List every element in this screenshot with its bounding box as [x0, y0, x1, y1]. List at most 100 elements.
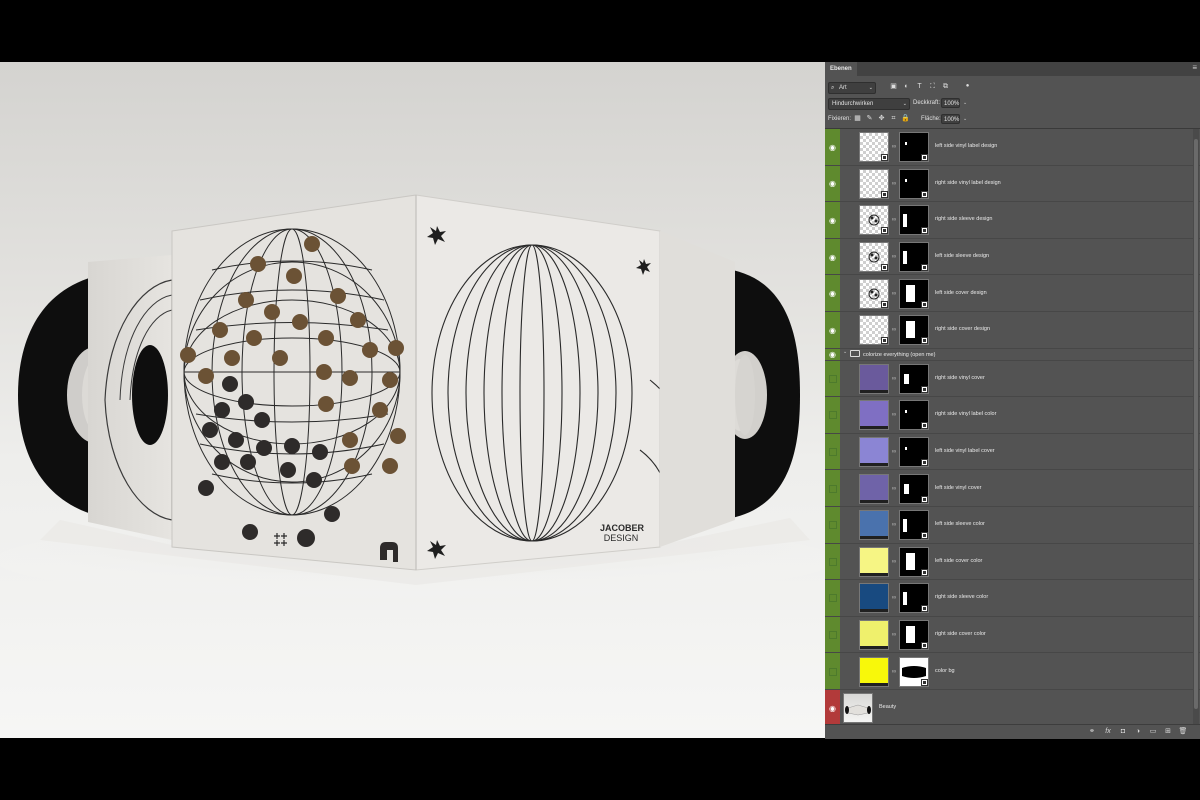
filter-kind-select[interactable]: ⌕ Art ⌄ — [828, 82, 876, 94]
layer-visibility-toggle[interactable]: ◉ — [825, 129, 840, 165]
layer-row[interactable]: ∞ left side cover color — [825, 543, 1200, 581]
layer-thumbnail[interactable] — [859, 583, 889, 614]
layer-thumbnail[interactable] — [843, 693, 873, 724]
layer-thumbnail[interactable] — [859, 205, 889, 236]
filter-type-icon[interactable]: T — [915, 82, 924, 91]
layer-visibility-toggle[interactable]: ◉ — [825, 312, 840, 348]
layer-row[interactable]: ∞ right side sleeve color — [825, 580, 1200, 617]
layer-visibility-toggle[interactable]: ◉ — [825, 275, 840, 311]
panel-menu-icon[interactable]: ≡ — [1192, 64, 1197, 72]
layer-visibility-toggle[interactable] — [825, 653, 840, 689]
layer-row[interactable]: ∞ left side vinyl label cover — [825, 433, 1200, 471]
layer-mask-thumbnail[interactable] — [899, 315, 929, 346]
mask-link-icon[interactable]: ∞ — [891, 290, 897, 298]
layer-row[interactable]: ∞ right side cover color — [825, 616, 1200, 654]
mask-link-icon[interactable]: ∞ — [891, 180, 897, 188]
tab-layers[interactable]: Ebenen — [825, 62, 857, 76]
layer-visibility-toggle[interactable] — [825, 580, 840, 616]
trash-icon[interactable]: 🗑 — [1178, 727, 1188, 737]
layer-mask-thumbnail[interactable] — [899, 656, 929, 687]
filter-toggle-icon[interactable]: ● — [963, 82, 972, 91]
mask-link-icon[interactable]: ∞ — [891, 631, 897, 639]
layer-mask-thumbnail[interactable] — [899, 620, 929, 651]
layer-thumbnail[interactable] — [859, 363, 889, 394]
layer-mask-thumbnail[interactable] — [899, 510, 929, 541]
layer-mask-thumbnail[interactable] — [899, 473, 929, 504]
layer-thumbnail[interactable] — [859, 656, 889, 687]
lock-transparent-icon[interactable]: ▦ — [853, 114, 862, 123]
layer-row[interactable]: ◉ ∞ right side vinyl label design — [825, 165, 1200, 203]
mask-link-icon[interactable]: ∞ — [891, 375, 897, 383]
layer-thumbnail[interactable] — [859, 242, 889, 273]
layer-visibility-toggle[interactable]: ◉ — [825, 165, 840, 202]
document-canvas[interactable]: JACOBER DESIGN — [0, 62, 825, 738]
layer-mask-thumbnail[interactable] — [899, 400, 929, 431]
layer-visibility-toggle[interactable]: ◉ — [825, 238, 840, 275]
layer-row[interactable]: ◉ ∞ right side sleeve design — [825, 202, 1200, 239]
layer-thumbnail[interactable] — [859, 473, 889, 504]
layer-mask-thumbnail[interactable] — [899, 546, 929, 577]
chevron-down-icon[interactable]: ⌄ — [963, 114, 967, 124]
mask-link-icon[interactable]: ∞ — [891, 326, 897, 334]
layer-visibility-toggle[interactable] — [825, 507, 840, 543]
layer-thumbnail[interactable] — [859, 168, 889, 199]
layer-row[interactable]: ∞ right side vinyl label color — [825, 397, 1200, 434]
layer-thumbnail[interactable] — [859, 437, 889, 468]
layer-thumbnail[interactable] — [859, 132, 889, 163]
lock-artboard-icon[interactable]: ⌗ — [889, 114, 898, 123]
layer-visibility-toggle[interactable]: ◉ — [825, 202, 840, 238]
opacity-input[interactable]: 100% — [941, 98, 960, 108]
layer-visibility-toggle[interactable] — [825, 543, 840, 580]
new-group-icon[interactable]: ▭ — [1148, 727, 1158, 737]
blend-mode-select[interactable]: Hindurchwirken ⌄ — [828, 98, 910, 110]
layer-mask-thumbnail[interactable] — [899, 437, 929, 468]
new-layer-icon[interactable]: ⊞ — [1163, 727, 1173, 737]
filter-pixel-icon[interactable]: ▣ — [889, 82, 898, 91]
layer-group-row[interactable]: ◉ ⌄ colorize everything (open me) — [825, 348, 1200, 361]
layer-mask-thumbnail[interactable] — [899, 242, 929, 273]
layer-row[interactable]: ◉ ∞ left side sleeve design — [825, 238, 1200, 276]
adjustment-layer-icon[interactable]: ◑ — [1133, 727, 1143, 737]
lock-all-icon[interactable]: 🔒 — [901, 114, 910, 123]
layers-scrollbar[interactable] — [1193, 129, 1199, 724]
layer-thumbnail[interactable] — [859, 620, 889, 651]
mask-link-icon[interactable]: ∞ — [891, 216, 897, 224]
mask-link-icon[interactable]: ∞ — [891, 521, 897, 529]
add-mask-icon[interactable]: ◘ — [1118, 727, 1128, 737]
layer-row[interactable]: ∞ right side vinyl cover — [825, 360, 1200, 398]
filter-adjustment-icon[interactable]: ◐ — [902, 82, 911, 91]
layer-visibility-toggle[interactable] — [825, 470, 840, 506]
mask-link-icon[interactable]: ∞ — [891, 668, 897, 676]
layer-row[interactable]: ∞ color bg — [825, 653, 1200, 690]
filter-smartobject-icon[interactable]: ⧉ — [941, 82, 950, 91]
layer-thumbnail[interactable] — [859, 315, 889, 346]
layer-visibility-toggle[interactable]: ◉ — [825, 348, 840, 360]
group-expand-icon[interactable]: ⌄ — [843, 349, 847, 355]
mask-link-icon[interactable]: ∞ — [891, 558, 897, 566]
layer-thumbnail[interactable] — [859, 278, 889, 309]
layer-visibility-toggle[interactable] — [825, 397, 840, 433]
layer-row[interactable]: ◉ ∞ left side vinyl label design — [825, 129, 1200, 166]
layer-row[interactable]: ◉ ∞ left side cover design — [825, 275, 1200, 312]
fill-input[interactable]: 100% — [941, 114, 960, 124]
layer-row[interactable]: ◉ ∞ right side cover design — [825, 312, 1200, 349]
mask-link-icon[interactable]: ∞ — [891, 253, 897, 261]
mask-link-icon[interactable]: ∞ — [891, 594, 897, 602]
link-layers-icon[interactable]: ⚭ — [1087, 727, 1097, 737]
layer-thumbnail[interactable] — [859, 400, 889, 431]
scrollbar-thumb[interactable] — [1194, 139, 1198, 709]
lock-position-icon[interactable]: ✥ — [877, 114, 886, 123]
mask-link-icon[interactable]: ∞ — [891, 485, 897, 493]
mask-link-icon[interactable]: ∞ — [891, 411, 897, 419]
filter-shape-icon[interactable]: ⛶ — [928, 82, 937, 91]
layer-row[interactable]: ∞ left side sleeve color — [825, 507, 1200, 544]
layer-visibility-toggle[interactable] — [825, 433, 840, 470]
mask-link-icon[interactable]: ∞ — [891, 448, 897, 456]
mask-link-icon[interactable]: ∞ — [891, 143, 897, 151]
lock-pixels-icon[interactable]: ✎ — [865, 114, 874, 123]
layer-mask-thumbnail[interactable] — [899, 205, 929, 236]
layer-thumbnail[interactable] — [859, 510, 889, 541]
layer-row[interactable]: ◉ Beauty — [825, 690, 1200, 724]
fx-icon[interactable]: fx — [1103, 727, 1113, 737]
layer-mask-thumbnail[interactable] — [899, 132, 929, 163]
